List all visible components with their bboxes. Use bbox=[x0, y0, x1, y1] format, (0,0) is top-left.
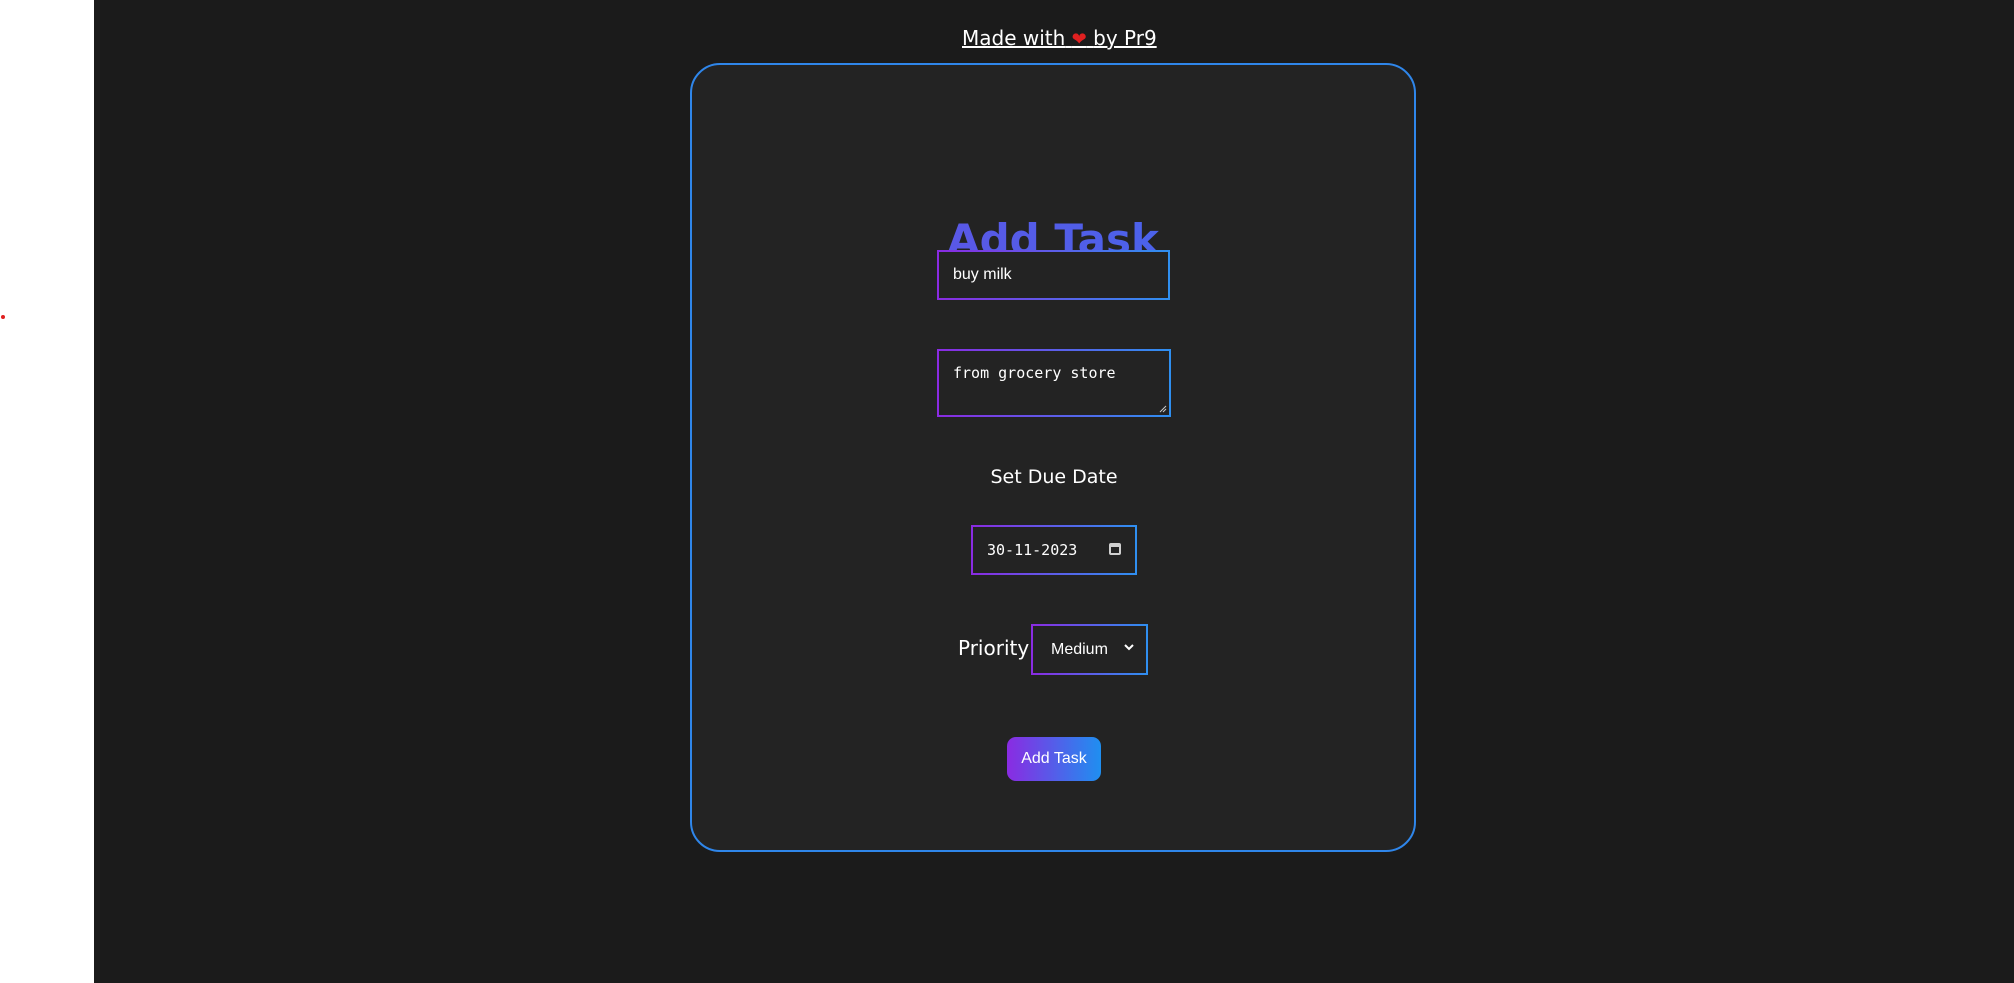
priority-select[interactable]: Medium bbox=[1031, 624, 1148, 675]
priority-selected-value: Medium bbox=[1051, 641, 1108, 658]
resize-grip-icon[interactable] bbox=[1159, 405, 1167, 413]
credit-link[interactable]: Made with ❤ by Pr9 bbox=[962, 26, 1157, 50]
due-date-value: 30-11-2023 bbox=[987, 541, 1078, 559]
due-date-input[interactable]: 30-11-2023 bbox=[971, 525, 1137, 575]
chevron-down-icon bbox=[1124, 644, 1134, 651]
add-task-button[interactable]: Add Task bbox=[1007, 737, 1101, 781]
task-title-input[interactable]: buy milk bbox=[937, 250, 1170, 300]
credit-suffix: by Pr9 bbox=[1093, 26, 1157, 50]
description-text: from grocery store bbox=[953, 364, 1116, 382]
task-description-textarea[interactable]: from grocery store bbox=[937, 349, 1171, 417]
calendar-icon[interactable] bbox=[1109, 543, 1121, 555]
red-dot-marker bbox=[1, 315, 5, 319]
left-blank-panel bbox=[0, 0, 94, 983]
credit-prefix: Made with bbox=[962, 26, 1066, 50]
due-date-label: Set Due Date bbox=[990, 466, 1118, 488]
heart-icon: ❤ bbox=[1071, 29, 1087, 50]
add-task-card: Add Task bbox=[690, 63, 1416, 852]
priority-label: Priority : bbox=[958, 636, 1043, 660]
